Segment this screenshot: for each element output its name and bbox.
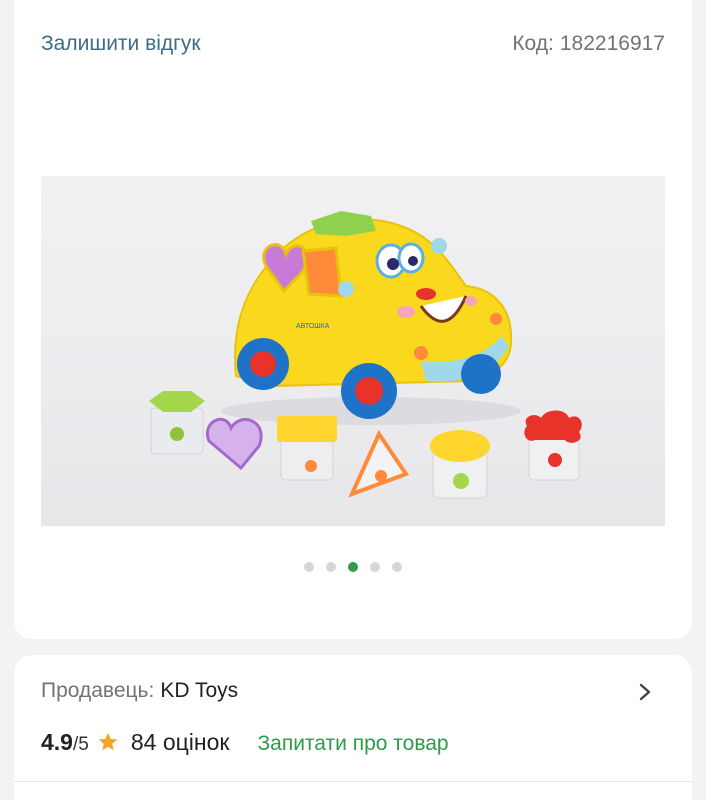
gallery-pagination: [14, 562, 692, 572]
product-code-label: Код:: [512, 32, 554, 55]
reviews-count[interactable]: 84 оцінок: [131, 729, 230, 756]
ask-about-product-link[interactable]: Запитати про товар: [257, 732, 448, 756]
product-code-value: 182216917: [559, 32, 665, 55]
divider: [14, 781, 692, 782]
toy-car-illustration: АВТОШКА: [149, 211, 582, 499]
product-code: Код: 182216917: [512, 32, 665, 56]
product-photo[interactable]: АВТОШКА: [41, 176, 665, 526]
shape-hexagon-green: [149, 391, 205, 455]
leave-review-link[interactable]: Залишити відгук: [41, 32, 201, 56]
shape-square-yellow: [277, 416, 337, 481]
gallery-dot-2[interactable]: [326, 562, 336, 572]
seller-card: Продавець: KD Toys 4.9 /5 84 оцінок Запит…: [14, 655, 692, 800]
shape-flower-red: [524, 410, 582, 481]
rating-max: /5: [72, 734, 89, 755]
gallery-dot-4[interactable]: [370, 562, 380, 572]
seller-name: KD Toys: [160, 679, 239, 702]
gallery-dot-1[interactable]: [304, 562, 314, 572]
gallery-dot-3-active[interactable]: [348, 562, 358, 572]
seller-label: Продавець:: [41, 679, 155, 702]
gallery-dot-5[interactable]: [392, 562, 402, 572]
chevron-right-icon[interactable]: [636, 683, 654, 701]
product-header-card: Залишити відгук Код: 182216917 АВТОШКА: [14, 0, 692, 639]
star-icon: [98, 732, 118, 751]
rating-value: 4.9: [41, 729, 73, 755]
shape-triangle-orange: [348, 429, 410, 498]
seller-row[interactable]: Продавець: KD Toys: [41, 679, 238, 703]
rating-row: 4.9 /5 84 оцінок Запитати про товар: [41, 728, 449, 756]
shape-circle-yellow: [430, 430, 490, 499]
svg-text:АВТОШКА: АВТОШКА: [296, 323, 330, 330]
shape-heart-purple: [205, 417, 263, 471]
